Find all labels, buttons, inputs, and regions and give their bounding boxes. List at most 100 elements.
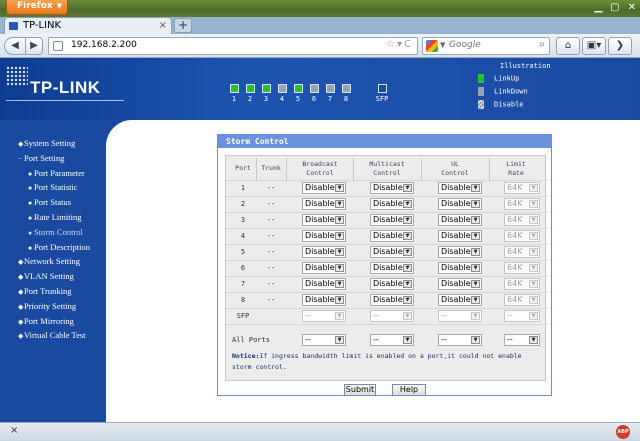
dropdown-arrow-icon[interactable]: ▼ bbox=[471, 280, 480, 288]
dropdown-arrow-icon[interactable]: ▼ bbox=[403, 232, 412, 240]
dropdown-arrow-icon[interactable]: ▼ bbox=[335, 216, 344, 224]
sidebar-item-vlan-setting[interactable]: ◆VLAN Setting bbox=[18, 271, 74, 281]
rate-select: 64K ▼ bbox=[504, 214, 540, 226]
history-dropdown-icon[interactable]: ▾ bbox=[397, 39, 404, 50]
multicast-select[interactable]: Disable ▼ bbox=[370, 246, 414, 258]
ul-select[interactable]: Disable ▼ bbox=[438, 294, 482, 306]
sidebar-item-virtual-cable-test[interactable]: ◆Virtual Cable Test bbox=[18, 330, 86, 340]
dropdown-arrow-icon[interactable]: ▼ bbox=[403, 280, 412, 288]
multicast-select[interactable]: Disable ▼ bbox=[370, 262, 414, 274]
broadcast-select[interactable]: Disable ▼ bbox=[302, 246, 346, 258]
dropdown-arrow-icon[interactable]: ▼ bbox=[471, 296, 480, 304]
search-engine-dropdown-icon[interactable]: ▼ bbox=[440, 41, 445, 49]
header-ul: UL Control bbox=[441, 160, 469, 177]
ul-select[interactable]: Disable ▼ bbox=[438, 262, 482, 274]
broadcast-select[interactable]: Disable ▼ bbox=[302, 278, 346, 290]
dropdown-arrow-icon[interactable]: ▼ bbox=[529, 336, 538, 344]
dropdown-arrow-icon[interactable]: ▼ bbox=[403, 248, 412, 256]
addons-button[interactable]: ▣▾ bbox=[582, 37, 606, 55]
url-text[interactable]: 192.168.2.200 bbox=[71, 40, 137, 50]
multicast-select[interactable]: Disable ▼ bbox=[370, 278, 414, 290]
multicast-select[interactable]: Disable ▼ bbox=[370, 230, 414, 242]
port-number: 1 bbox=[231, 95, 237, 103]
dropdown-arrow-icon[interactable]: ▼ bbox=[335, 248, 344, 256]
all-ports-ul-select[interactable]: -- ▼ bbox=[438, 334, 482, 346]
firefox-menu-button[interactable]: Firefox ▼ bbox=[6, 0, 68, 15]
sidebar-item-port-status[interactable]: ● Port Status bbox=[28, 197, 71, 207]
all-ports-multicast-select[interactable]: -- ▼ bbox=[370, 334, 414, 346]
adblock-icon[interactable]: ABP bbox=[616, 425, 630, 439]
broadcast-select[interactable]: Disable ▼ bbox=[302, 182, 346, 194]
broadcast-select[interactable]: Disable ▼ bbox=[302, 214, 346, 226]
ul-select[interactable]: Disable ▼ bbox=[438, 246, 482, 258]
ul-select[interactable]: Disable ▼ bbox=[438, 182, 482, 194]
sidebar-item-port-statistic[interactable]: ● Port Statistic bbox=[28, 182, 78, 192]
forward-button[interactable]: ▶ bbox=[25, 37, 43, 55]
dropdown-arrow-icon[interactable]: ▼ bbox=[335, 336, 344, 344]
ul-select[interactable]: Disable ▼ bbox=[438, 278, 482, 290]
search-bar[interactable]: ▼ ⌕ bbox=[422, 37, 550, 55]
ul-select[interactable]: Disable ▼ bbox=[438, 230, 482, 242]
dropdown-arrow-icon[interactable]: ▼ bbox=[335, 296, 344, 304]
ul-select[interactable]: Disable ▼ bbox=[438, 198, 482, 210]
dropdown-arrow-icon[interactable]: ▼ bbox=[471, 264, 480, 272]
dropdown-arrow-icon[interactable]: ▼ bbox=[471, 216, 480, 224]
search-icon[interactable]: ⌕ bbox=[539, 39, 545, 50]
dropdown-arrow-icon[interactable]: ▼ bbox=[335, 184, 344, 192]
broadcast-select[interactable]: Disable ▼ bbox=[302, 262, 346, 274]
back-button[interactable]: ◀ bbox=[4, 37, 26, 55]
sidebar-item-port-description[interactable]: ● Port Description bbox=[28, 242, 90, 252]
browser-tab[interactable]: TP-LINK × bbox=[4, 17, 172, 34]
dropdown-arrow-icon[interactable]: ▼ bbox=[335, 232, 344, 240]
site-identity-icon[interactable] bbox=[53, 41, 63, 51]
sidebar-item-port-setting[interactable]: − Port Setting bbox=[18, 153, 64, 163]
sidebar-item-system-setting[interactable]: ◆System Setting bbox=[18, 138, 75, 148]
dropdown-arrow-icon[interactable]: ▼ bbox=[335, 264, 344, 272]
new-tab-button[interactable]: + bbox=[174, 18, 192, 33]
sidebar-item-priority-setting[interactable]: ◆Priority Setting bbox=[18, 301, 76, 311]
dropdown-arrow-icon[interactable]: ▼ bbox=[335, 280, 344, 288]
sidebar-item-port-mirroring[interactable]: ◆Port Mirroring bbox=[18, 316, 74, 326]
dropdown-arrow-icon[interactable]: ▼ bbox=[403, 296, 412, 304]
tab-close-icon[interactable]: × bbox=[159, 18, 167, 34]
sidebar-item-storm-control[interactable]: ● Storm Control bbox=[28, 227, 83, 237]
home-button[interactable]: ⌂ bbox=[556, 37, 580, 55]
dropdown-arrow-icon[interactable]: ▼ bbox=[403, 200, 412, 208]
multicast-select[interactable]: Disable ▼ bbox=[370, 182, 414, 194]
dropdown-arrow-icon[interactable]: ▼ bbox=[471, 184, 480, 192]
minimize-icon[interactable]: ▁ bbox=[594, 2, 602, 13]
dropdown-arrow-icon[interactable]: ▼ bbox=[403, 336, 412, 344]
overflow-button[interactable]: ❯ bbox=[608, 37, 632, 55]
maximize-icon[interactable]: ▢ bbox=[610, 2, 619, 13]
multicast-select[interactable]: Disable ▼ bbox=[370, 198, 414, 210]
broadcast-select[interactable]: Disable ▼ bbox=[302, 294, 346, 306]
multicast-select[interactable]: Disable ▼ bbox=[370, 294, 414, 306]
dropdown-arrow-icon[interactable]: ▼ bbox=[471, 200, 480, 208]
dropdown-arrow-icon[interactable]: ▼ bbox=[471, 232, 480, 240]
sidebar-item-port-trunking[interactable]: ◆Port Trunking bbox=[18, 286, 71, 296]
multicast-select[interactable]: Disable ▼ bbox=[370, 214, 414, 226]
bookmark-star-icon[interactable]: ☆ bbox=[386, 39, 397, 50]
dropdown-arrow-icon[interactable]: ▼ bbox=[403, 184, 412, 192]
dropdown-arrow-icon[interactable]: ▼ bbox=[335, 200, 344, 208]
submit-button[interactable]: Submit bbox=[344, 384, 376, 396]
broadcast-select[interactable]: Disable ▼ bbox=[302, 230, 346, 242]
sidebar-item-rate-limiting[interactable]: ● Rate Limiting bbox=[28, 212, 81, 222]
reload-icon[interactable]: C bbox=[404, 39, 413, 50]
dropdown-arrow-icon[interactable]: ▼ bbox=[471, 336, 480, 344]
help-button[interactable]: Help bbox=[392, 384, 426, 396]
dropdown-arrow-icon[interactable]: ▼ bbox=[471, 248, 480, 256]
all-ports-rate-select[interactable]: -- ▼ bbox=[504, 334, 540, 346]
search-input[interactable] bbox=[449, 40, 529, 50]
sidebar-item-network-setting[interactable]: ◆Network Setting bbox=[18, 256, 80, 266]
broadcast-select[interactable]: Disable ▼ bbox=[302, 198, 346, 210]
ul-select[interactable]: Disable ▼ bbox=[438, 214, 482, 226]
dropdown-arrow-icon[interactable]: ▼ bbox=[403, 264, 412, 272]
close-window-icon[interactable]: ✕ bbox=[628, 2, 636, 13]
all-ports-broadcast-select[interactable]: -- ▼ bbox=[302, 334, 346, 346]
dropdown-arrow-icon[interactable]: ▼ bbox=[403, 216, 412, 224]
close-addon-bar-icon[interactable]: × bbox=[10, 425, 18, 436]
url-bar[interactable]: 192.168.2.200 ☆▾C bbox=[48, 37, 418, 55]
google-engine-icon[interactable] bbox=[426, 40, 438, 52]
sidebar-item-port-parameter[interactable]: ● Port Parameter bbox=[28, 168, 85, 178]
